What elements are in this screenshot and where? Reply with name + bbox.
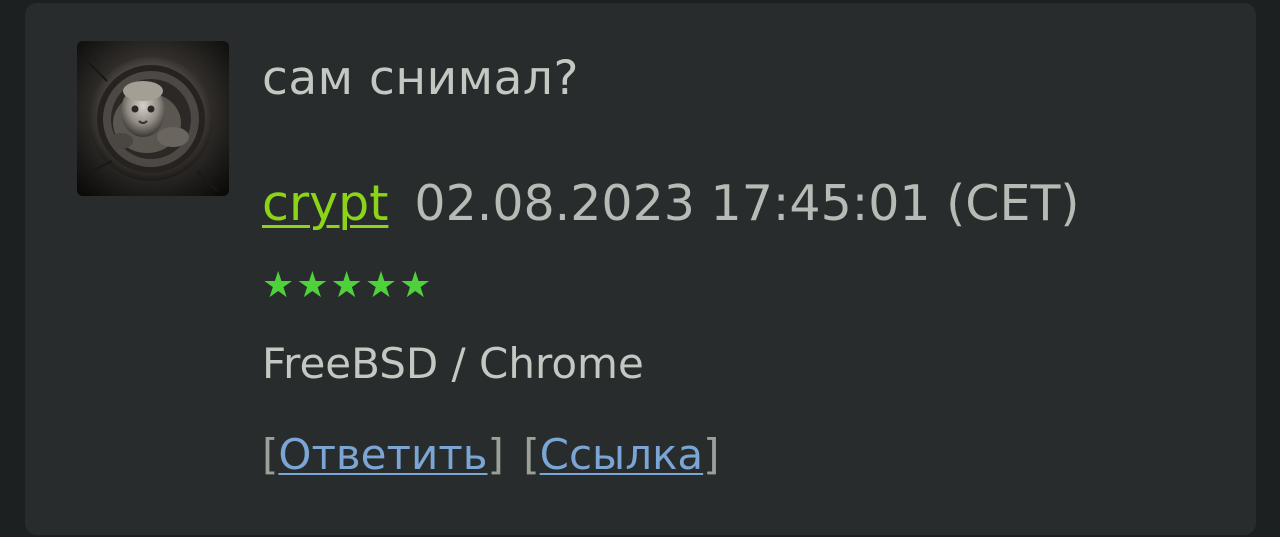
reply-link[interactable]: Ответить bbox=[278, 430, 487, 479]
rating-stars: ★★★★★ bbox=[262, 265, 434, 306]
comment-timestamp: 02.08.2023 17:45:01 (CET) bbox=[414, 175, 1080, 232]
comment-meta: crypt 02.08.2023 17:45:01 (CET) bbox=[262, 175, 1080, 232]
bracket-close: ] bbox=[703, 430, 720, 479]
client-info: FreeBSD / Chrome bbox=[262, 339, 644, 388]
comment-message: сам снимал? bbox=[262, 51, 579, 106]
comment-card: сам снимал? crypt 02.08.2023 17:45:01 (CE… bbox=[25, 3, 1256, 535]
avatar[interactable] bbox=[77, 41, 229, 196]
bracket-close: ] bbox=[487, 430, 504, 479]
bracket-open: [ bbox=[523, 430, 540, 479]
bracket-open: [ bbox=[262, 430, 279, 479]
author-link[interactable]: crypt bbox=[262, 175, 388, 232]
permalink-link[interactable]: Ссылка bbox=[540, 430, 704, 479]
comment-actions: [Ответить] [Ссылка] bbox=[262, 430, 720, 479]
cherub-medallion-icon bbox=[77, 41, 229, 196]
